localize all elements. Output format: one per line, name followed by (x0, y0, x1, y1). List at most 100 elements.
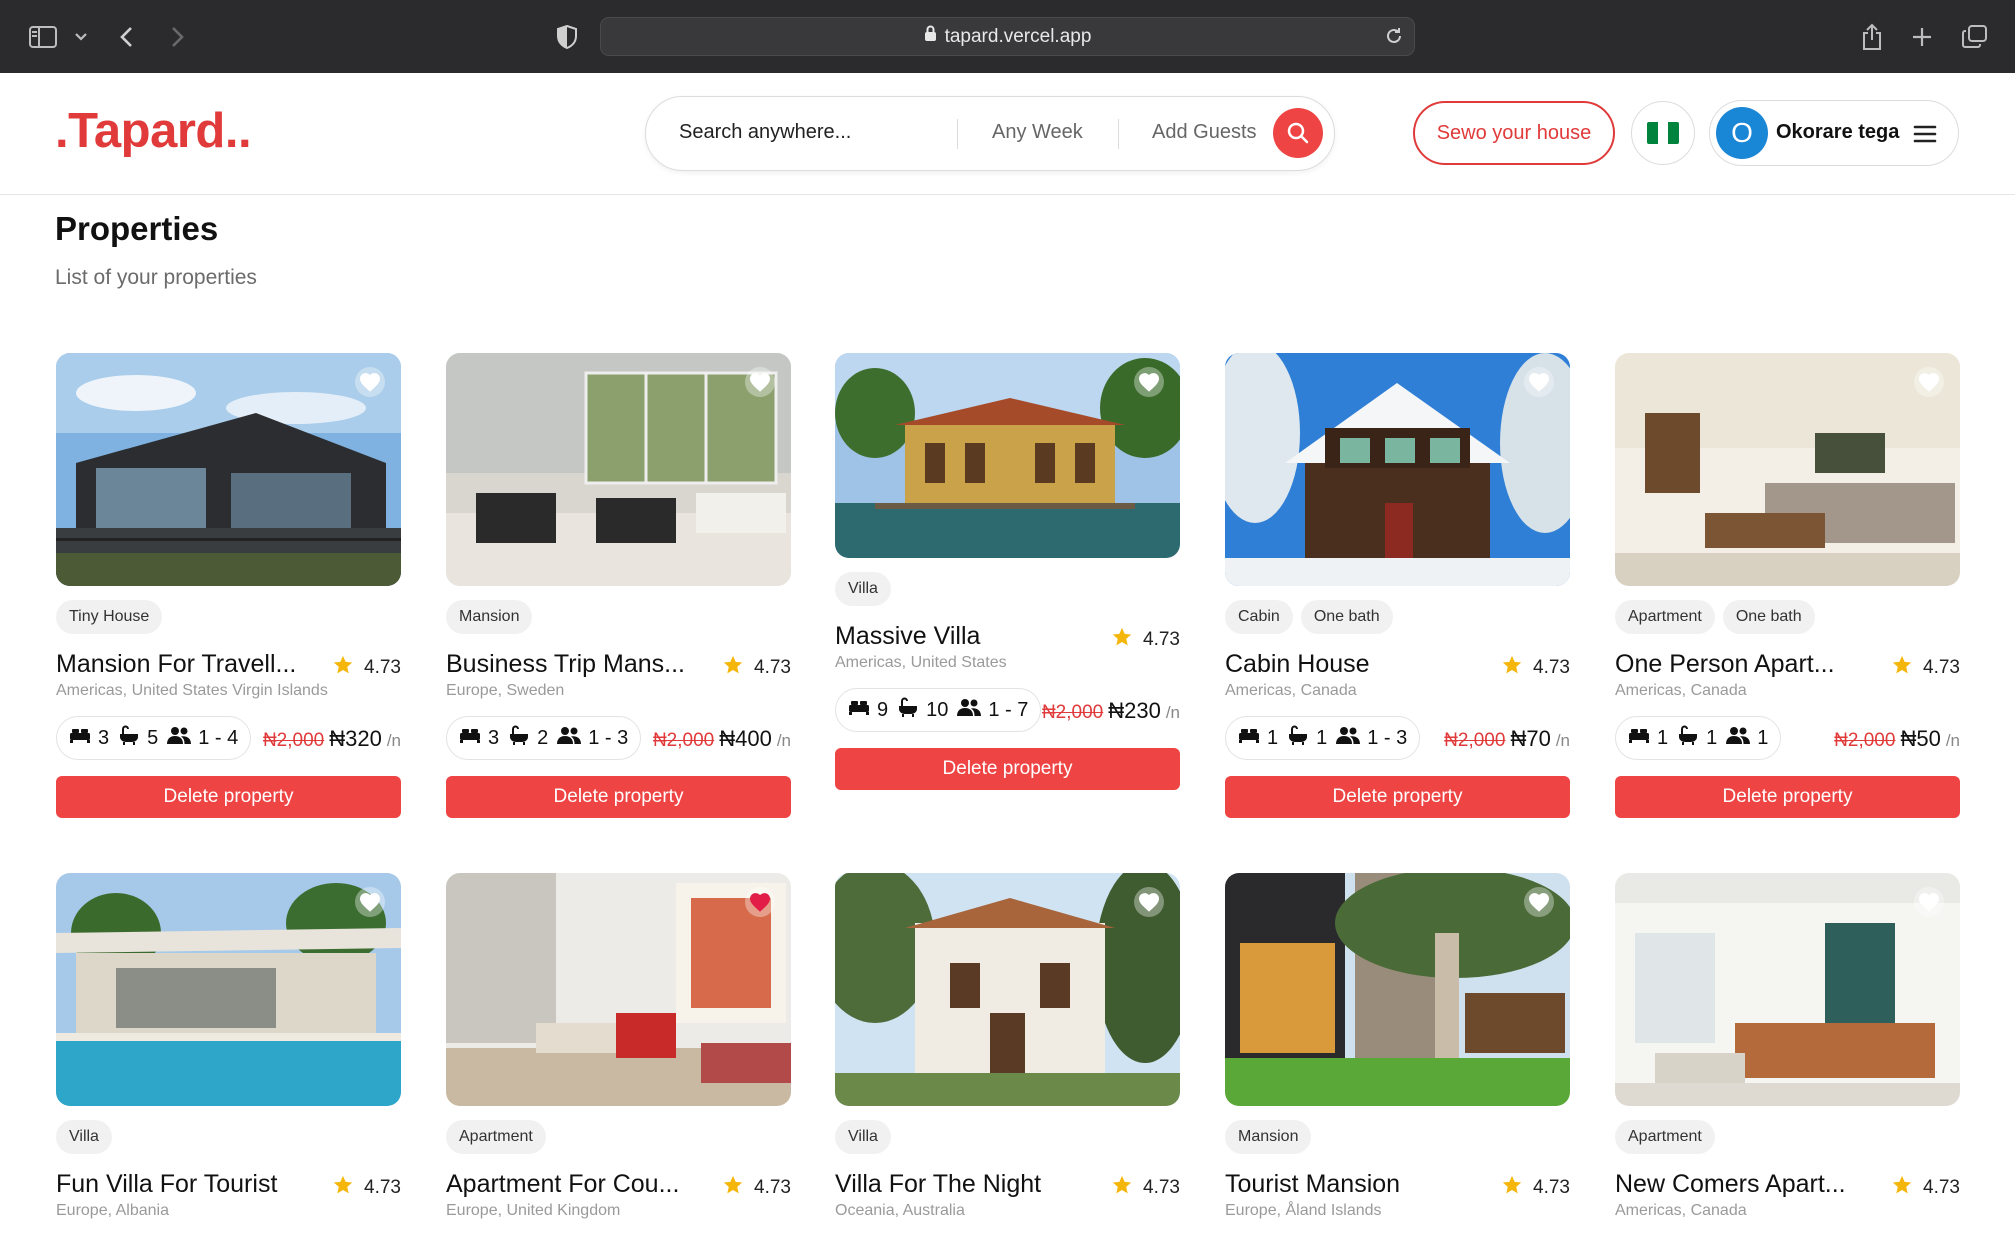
property-image[interactable] (56, 353, 401, 586)
rating: 4.73 (1501, 654, 1570, 682)
rating-value: 4.73 (1533, 1177, 1570, 1198)
rating: 4.73 (722, 1174, 791, 1202)
favorite-heart-icon[interactable] (745, 367, 775, 397)
favorite-heart-icon[interactable] (745, 887, 775, 917)
property-location: Americas, United States Virgin Islands (56, 682, 328, 699)
user-menu[interactable]: O Okorare tega (1709, 100, 1959, 166)
property-title[interactable]: Apartment For Cou... (446, 1170, 679, 1199)
search-button[interactable] (1273, 108, 1323, 158)
category-tag: Mansion (1225, 1120, 1312, 1154)
forward-icon[interactable] (162, 22, 192, 52)
property-image[interactable] (56, 873, 401, 1106)
property-image[interactable] (1615, 353, 1960, 586)
favorite-heart-icon[interactable] (355, 887, 385, 917)
property-tags: Villa (835, 1120, 1180, 1154)
current-price: ₦400 (719, 726, 772, 751)
search-anywhere[interactable]: Search anywhere... (679, 121, 851, 144)
rating-value: 4.73 (364, 657, 401, 678)
property-title[interactable]: Fun Villa For Tourist (56, 1170, 277, 1199)
add-guests-filter[interactable]: Add Guests (1152, 121, 1257, 144)
app-header: .Tapard.. Search anywhere... Any Week Ad… (0, 73, 2015, 195)
baths-count: 10 (926, 698, 949, 721)
delete-property-button[interactable]: Delete property (56, 776, 401, 818)
property-card[interactable]: Mansion Tourist Mansion 4.73 Europe, Åla… (1225, 873, 1570, 1220)
property-title[interactable]: Cabin House (1225, 650, 1370, 679)
property-image[interactable] (835, 353, 1180, 558)
back-icon[interactable] (112, 22, 142, 52)
property-location: Europe, United Kingdom (446, 1202, 621, 1219)
property-specs: 3 5 1 - 4 (56, 716, 252, 760)
privacy-shield-icon[interactable] (552, 22, 582, 52)
chevron-down-icon[interactable] (66, 22, 96, 52)
beds-count: 1 (1657, 726, 1669, 749)
property-title[interactable]: Villa For The Night (835, 1170, 1041, 1199)
property-tags: Apartment (1615, 1120, 1960, 1154)
language-button[interactable] (1631, 101, 1695, 165)
category-tag: Villa (835, 1120, 891, 1154)
property-card[interactable]: Mansion Business Trip Mans... 4.73 Europ… (446, 353, 791, 818)
rating-value: 4.73 (1143, 629, 1180, 650)
delete-property-button[interactable]: Delete property (1615, 776, 1960, 818)
sidebar-toggle-icon[interactable] (28, 22, 58, 52)
old-price: ₦2,000 (1041, 702, 1104, 723)
property-card[interactable]: Villa Massive Villa 4.73 Americas, Unite… (835, 353, 1180, 790)
avatar: O (1716, 107, 1768, 159)
property-card[interactable]: Cabin One bath Cabin House 4.73 Americas,… (1225, 353, 1570, 818)
star-icon (722, 654, 744, 682)
property-title[interactable]: Massive Villa (835, 622, 980, 651)
favorite-heart-icon[interactable] (355, 367, 385, 397)
delete-property-button[interactable]: Delete property (835, 748, 1180, 790)
property-title[interactable]: Business Trip Mans... (446, 650, 685, 679)
property-card[interactable]: Apartment New Comers Apart... 4.73 Ameri… (1615, 873, 1960, 1220)
beds-count: 3 (488, 726, 500, 749)
favorite-heart-icon[interactable] (1914, 367, 1944, 397)
property-card[interactable]: Villa Fun Villa For Tourist 4.73 Europe,… (56, 873, 401, 1220)
property-image[interactable] (835, 873, 1180, 1106)
new-tab-icon[interactable] (1907, 22, 1937, 52)
bathtub-icon (118, 725, 140, 751)
property-card[interactable]: Villa Villa For The Night 4.73 Oceania, … (835, 873, 1180, 1220)
share-icon[interactable] (1857, 22, 1887, 52)
reload-icon[interactable] (1384, 26, 1404, 52)
current-price: ₦70 (1510, 726, 1551, 751)
property-card[interactable]: Tiny House Mansion For Travell... 4.73 A… (56, 353, 401, 818)
property-title[interactable]: One Person Apart... (1615, 650, 1835, 679)
favorite-heart-icon[interactable] (1134, 887, 1164, 917)
category-tag: Tiny House (56, 600, 163, 634)
current-price: ₦50 (1900, 726, 1941, 751)
favorite-heart-icon[interactable] (1524, 367, 1554, 397)
logo[interactable]: .Tapard.. (55, 103, 252, 159)
property-image[interactable] (1615, 873, 1960, 1106)
star-icon (1501, 1174, 1523, 1202)
any-week-filter[interactable]: Any Week (992, 121, 1083, 144)
favorite-heart-icon[interactable] (1524, 887, 1554, 917)
property-card[interactable]: Apartment Apartment For Cou... 4.73 Euro… (446, 873, 791, 1220)
property-image[interactable] (1225, 873, 1570, 1106)
property-specs: 1 1 1 - 3 (1225, 716, 1421, 760)
property-title[interactable]: Tourist Mansion (1225, 1170, 1400, 1199)
property-title[interactable]: New Comers Apart... (1615, 1170, 1846, 1199)
old-price: ₦2,000 (262, 730, 325, 751)
delete-property-button[interactable]: Delete property (1225, 776, 1570, 818)
host-button[interactable]: Sewo your house (1413, 101, 1615, 165)
search-bar[interactable]: Search anywhere... Any Week Add Guests (645, 96, 1335, 171)
favorite-heart-icon[interactable] (1134, 367, 1164, 397)
guests-range: 1 - 3 (588, 726, 629, 749)
property-location: Europe, Åland Islands (1225, 1202, 1382, 1219)
property-image[interactable] (446, 873, 791, 1106)
beds-count: 9 (877, 698, 889, 721)
address-bar[interactable]: tapard.vercel.app (600, 17, 1415, 56)
property-tags: Apartment (446, 1120, 791, 1154)
property-image[interactable] (446, 353, 791, 586)
delete-property-button[interactable]: Delete property (446, 776, 791, 818)
baths-count: 5 (147, 726, 159, 749)
tab-overview-icon[interactable] (1960, 22, 1990, 52)
guests-icon (557, 726, 582, 750)
property-title[interactable]: Mansion For Travell... (56, 650, 296, 679)
property-tags: Mansion (446, 600, 791, 634)
favorite-heart-icon[interactable] (1914, 887, 1944, 917)
property-image[interactable] (1225, 353, 1570, 586)
property-tags: Tiny House (56, 600, 401, 634)
property-location: Americas, Canada (1225, 682, 1357, 699)
property-card[interactable]: Apartment One bath One Person Apart... 4.… (1615, 353, 1960, 818)
